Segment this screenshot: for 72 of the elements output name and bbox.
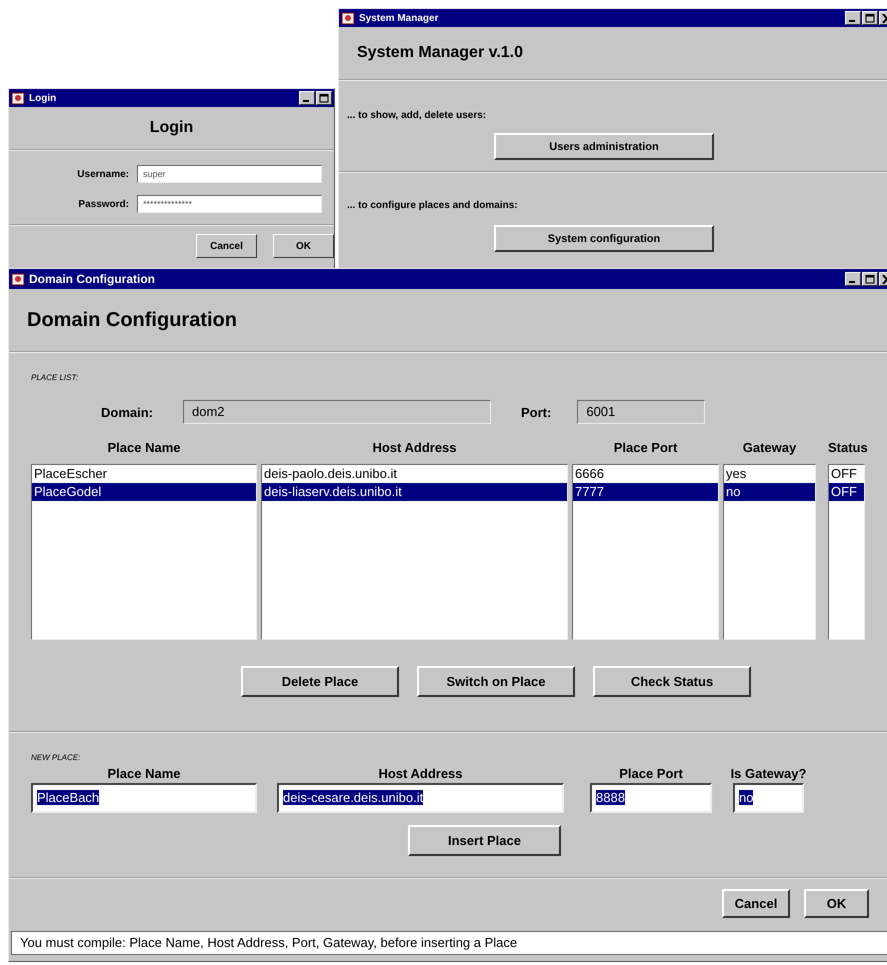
window-title: Domain Configuration <box>29 272 155 286</box>
port-field[interactable]: 6001 <box>577 400 706 424</box>
login-field[interactable]: super <box>137 165 322 183</box>
field-label: Port: <box>521 404 552 420</box>
input-field[interactable]: no <box>733 783 804 813</box>
maximize-button[interactable] <box>862 11 878 25</box>
app-heading: System Manager v.1.0 <box>357 44 524 62</box>
list-box[interactable]: yes no <box>723 464 816 640</box>
list-item[interactable]: PlaceGodel <box>32 483 256 501</box>
minimize-button[interactable] <box>845 272 861 286</box>
insert-button[interactable]: Insert Place <box>408 825 561 856</box>
list-box[interactable]: deis-paolo.deis.unibo.it deis-liaserv.deis.unibo.it <box>261 464 568 640</box>
minimize-icon <box>849 281 855 283</box>
list-item[interactable]: deis-paolo.deis.unibo.it <box>262 465 567 483</box>
list-item[interactable]: 7777 <box>573 483 718 501</box>
action-button[interactable]: Switch on Place <box>417 666 575 697</box>
column-header: Place Port <box>612 440 678 457</box>
list-item[interactable]: deis-liaserv.deis.unibo.it <box>262 483 567 501</box>
app-icon <box>11 272 25 286</box>
field-label: Username: <box>76 168 130 180</box>
status-bar: You must compile: Place Name, Host Address, Port, Gateway, before inserting a Place <box>11 931 887 955</box>
field-label: Is Gateway? <box>730 766 806 783</box>
maximize-button[interactable] <box>862 272 878 286</box>
minimize-button[interactable] <box>845 11 861 25</box>
column-header: Status <box>828 440 865 457</box>
field-label: Domain: <box>101 404 153 420</box>
minimize-button[interactable] <box>299 91 315 105</box>
list-item[interactable]: OFF <box>829 483 864 501</box>
list-item[interactable]: PlaceEscher <box>32 465 256 483</box>
minimize-icon <box>849 20 855 22</box>
section-caption: ... to show, add, delete users: <box>346 110 486 121</box>
section-label: PLACE LIST: <box>31 372 79 382</box>
list-item[interactable]: OFF <box>829 465 864 483</box>
dialog-button[interactable]: Cancel <box>196 234 257 258</box>
dialog-button[interactable]: OK <box>804 889 869 918</box>
field-label: Place Port <box>619 766 683 783</box>
minimize-icon <box>303 100 309 102</box>
section-button[interactable]: System configuration <box>494 225 714 252</box>
field-label: Place Name <box>108 766 180 783</box>
column-header: Gateway <box>742 440 798 457</box>
maximize-icon <box>865 14 875 22</box>
action-button[interactable]: Delete Place <box>241 666 399 697</box>
field-label: Password: <box>77 198 130 210</box>
maximize-icon <box>319 94 329 102</box>
domain-field[interactable]: dom2 <box>183 400 491 424</box>
login-heading: Login <box>150 119 194 137</box>
login-field[interactable]: ************** <box>137 195 322 213</box>
list-box[interactable]: OFF OFF <box>828 464 865 640</box>
maximize-button[interactable] <box>316 91 332 105</box>
list-item[interactable]: no <box>724 483 815 501</box>
section-label: NEW PLACE: <box>31 752 82 762</box>
section-caption: ... to configure places and domains: <box>346 200 518 211</box>
list-box[interactable]: PlaceEscher PlaceGodel <box>31 464 257 640</box>
section-button[interactable]: Users administration <box>494 133 714 160</box>
maximize-icon <box>865 274 875 284</box>
app-icon <box>11 91 25 105</box>
list-item[interactable]: 6666 <box>573 465 718 483</box>
list-box[interactable]: 6666 7777 <box>572 464 719 640</box>
input-field[interactable]: 8888 <box>590 783 712 813</box>
column-header: Host Address <box>371 440 458 457</box>
dialog-heading: Domain Configuration <box>27 308 237 332</box>
column-header: Place Name <box>106 440 182 457</box>
input-field[interactable]: PlaceBach <box>31 783 257 813</box>
dialog-button[interactable]: OK <box>273 234 334 258</box>
app-icon <box>341 11 355 25</box>
list-item[interactable]: yes <box>724 465 815 483</box>
input-field[interactable]: deis-cesare.deis.unibo.it <box>277 783 564 813</box>
window-title: Login <box>29 92 56 104</box>
window-title: System Manager <box>359 12 438 24</box>
field-label: Host Address <box>378 766 463 783</box>
dialog-button[interactable]: Cancel <box>722 889 790 918</box>
action-button[interactable]: Check Status <box>593 666 751 697</box>
